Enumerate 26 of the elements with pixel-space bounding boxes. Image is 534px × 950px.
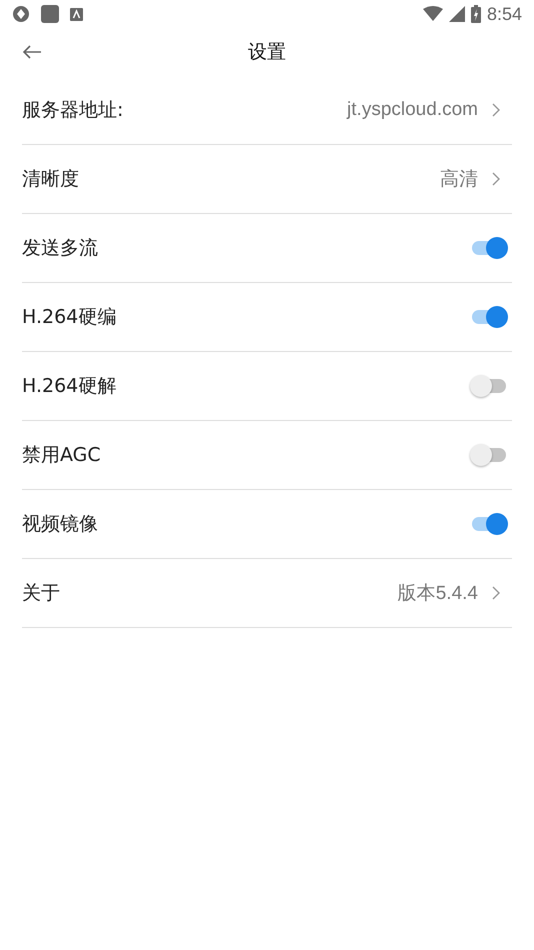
setting-label: 视频镜像 bbox=[22, 512, 99, 537]
toggle-switch[interactable] bbox=[470, 305, 508, 329]
toggle-switch[interactable] bbox=[470, 374, 508, 398]
toggle-switch[interactable] bbox=[470, 512, 508, 536]
setting-value[interactable]: jt.yspcloud.com bbox=[347, 99, 478, 121]
setting-label: 关于 bbox=[22, 581, 61, 606]
setting-label: 服务器地址: bbox=[22, 98, 124, 123]
square-icon bbox=[40, 4, 60, 24]
toggle-switch[interactable] bbox=[470, 443, 508, 467]
setting-label: 禁用AGC bbox=[22, 443, 102, 468]
chevron-right-icon[interactable] bbox=[492, 103, 500, 117]
clock-time: 8:54 bbox=[486, 4, 522, 24]
setting-label: 清晰度 bbox=[22, 167, 80, 192]
back-arrow-icon[interactable] bbox=[22, 45, 42, 59]
page-title: 设置 bbox=[248, 40, 286, 65]
battery-icon bbox=[470, 5, 481, 23]
setting-label: H.264硬编 bbox=[22, 305, 118, 330]
wifi-icon bbox=[422, 6, 443, 22]
setting-value[interactable]: 高清 bbox=[440, 166, 478, 192]
signal-icon bbox=[448, 6, 465, 22]
chevron-right-icon[interactable] bbox=[492, 172, 500, 186]
setting-label: 发送多流 bbox=[22, 236, 99, 261]
chevron-right-icon[interactable] bbox=[492, 586, 500, 600]
setting-label: H.264硬解 bbox=[22, 374, 118, 399]
toggle-switch[interactable] bbox=[470, 236, 508, 260]
setting-value[interactable]: 版本5.4.4 bbox=[398, 580, 478, 606]
